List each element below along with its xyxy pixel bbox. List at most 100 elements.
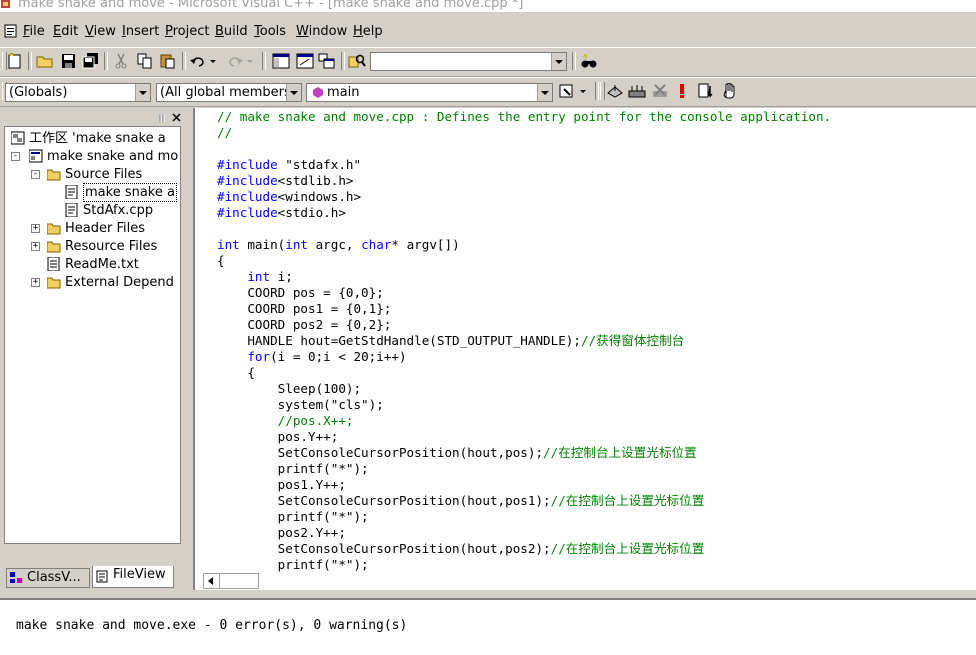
code-line[interactable]: #include<stdlib.h>	[217, 173, 831, 189]
workspace-window-icon[interactable]	[272, 53, 290, 69]
menu-file[interactable]: File	[23, 24, 45, 39]
paste-icon[interactable]	[159, 53, 177, 69]
function-combo[interactable]: main	[306, 83, 553, 102]
window-list-icon[interactable]	[318, 53, 336, 69]
dock-grip-icon[interactable]	[158, 113, 170, 123]
code-line[interactable]: pos2.Y++;	[217, 525, 831, 541]
execute-icon[interactable]	[675, 83, 689, 99]
cpp-file-icon	[65, 185, 78, 199]
stop-build-icon[interactable]	[651, 83, 669, 99]
fileview-icon	[96, 570, 108, 583]
code-line[interactable]: int main(int argc, char* argv[])	[217, 237, 831, 253]
redo-icon[interactable]	[226, 53, 244, 69]
standard-toolbar	[0, 47, 976, 77]
code-line[interactable]: int i;	[217, 269, 831, 285]
code-line[interactable]: //pos.X++;	[217, 413, 831, 429]
title-bar: make snake and move - Microsoft Visual C…	[0, 0, 976, 12]
undo-icon[interactable]	[189, 53, 207, 69]
save-all-icon[interactable]	[82, 53, 100, 69]
code-line[interactable]: printf("*");	[217, 509, 831, 525]
menu-tools[interactable]: Tools	[254, 24, 286, 39]
find-binoculars-icon[interactable]	[580, 53, 598, 69]
compile-icon[interactable]	[606, 83, 624, 99]
document-icon[interactable]	[4, 24, 18, 38]
app-icon	[1, 0, 10, 8]
code-line[interactable]: {	[217, 365, 831, 381]
code-line[interactable]: COORD pos = {0,0};	[217, 285, 831, 301]
code-line[interactable]: #include<windows.h>	[217, 189, 831, 205]
go-icon[interactable]	[697, 83, 715, 99]
code-line[interactable]: printf("*");	[217, 461, 831, 477]
code-line[interactable]: COORD pos2 = {0,2};	[217, 317, 831, 333]
cut-icon[interactable]	[112, 53, 130, 69]
wizard-dropdown-icon[interactable]	[578, 83, 588, 99]
scroll-left-icon[interactable]	[206, 576, 216, 586]
code-line[interactable]: #include<stdio.h>	[217, 205, 831, 221]
toolbar-grip[interactable]	[600, 82, 605, 100]
expand-icon[interactable]: +	[31, 242, 40, 251]
open-folder-icon[interactable]	[36, 53, 54, 69]
tree-item-label: External Depend	[65, 275, 174, 290]
menu-insert[interactable]: Insert	[122, 24, 159, 39]
tree-item-label: make snake and mo	[47, 149, 179, 164]
code-line[interactable]: system("cls");	[217, 397, 831, 413]
output-window-icon[interactable]	[296, 53, 314, 69]
chevron-down-icon[interactable]	[286, 84, 301, 101]
expand-icon[interactable]: +	[31, 224, 40, 233]
code-line[interactable]: pos.Y++;	[217, 429, 831, 445]
tree-item-label: 工作区 'make snake a	[29, 131, 166, 146]
save-icon[interactable]	[60, 53, 78, 69]
chevron-down-icon[interactable]	[135, 84, 150, 101]
menu-view[interactable]: View	[85, 24, 116, 39]
copy-icon[interactable]	[136, 53, 154, 69]
folder-icon	[47, 241, 61, 253]
undo-dropdown-icon[interactable]	[208, 53, 218, 69]
menu-project[interactable]: Project	[165, 24, 210, 39]
members-combo[interactable]: (All global members	[156, 83, 302, 102]
code-line[interactable]: //	[217, 125, 831, 141]
code-line[interactable]: ​	[217, 141, 831, 157]
find-in-files-icon[interactable]	[348, 53, 366, 69]
code-line[interactable]: pos1.Y++;	[217, 477, 831, 493]
code-line[interactable]: SetConsoleCursorPosition(hout,pos2);//在控…	[217, 541, 831, 557]
file-tree: 工作区 'make snake a - make snake and mo - Sour…	[4, 126, 181, 544]
output-window[interactable]: make snake and move.exe - 0 error(s), 0 …	[0, 598, 976, 655]
class-combo[interactable]: (Globals)	[5, 83, 151, 102]
code-line[interactable]: COORD pos1 = {0,1};	[217, 301, 831, 317]
chevron-down-icon[interactable]	[537, 84, 552, 101]
code-line[interactable]: #include "stdafx.h"	[217, 157, 831, 173]
code-line[interactable]: HANDLE hout=GetStdHandle(STD_OUTPUT_HAND…	[217, 333, 831, 349]
expand-icon[interactable]: +	[31, 278, 40, 287]
redo-dropdown-icon[interactable]	[245, 53, 255, 69]
code-line[interactable]: printf("*");	[217, 557, 831, 573]
menu-help[interactable]: Help	[353, 24, 383, 39]
code-line[interactable]: // make snake and move.cpp : Defines the…	[217, 109, 831, 125]
code-line[interactable]: SetConsoleCursorPosition(hout,pos1);//在控…	[217, 493, 831, 509]
tree-item-label: Source Files	[65, 167, 143, 182]
new-text-file-icon[interactable]	[6, 53, 24, 69]
tab-classview[interactable]: ClassV...	[6, 568, 90, 588]
menu-edit[interactable]: Edit	[53, 24, 78, 39]
cpp-file-icon	[65, 203, 78, 217]
menu-build[interactable]: Build	[215, 24, 248, 39]
wizard-action-icon[interactable]	[558, 83, 576, 99]
build-icon[interactable]	[628, 83, 646, 99]
menu-window[interactable]: Window	[296, 24, 347, 39]
code-line[interactable]: Sleep(100);	[217, 381, 831, 397]
tab-fileview[interactable]: FileView	[92, 566, 174, 588]
editor-horizontal-scrollbar[interactable]	[203, 573, 259, 589]
code-line[interactable]: for(i = 0;i < 20;i++)	[217, 349, 831, 365]
code-line[interactable]: SetConsoleCursorPosition(hout,pos);//在控制…	[217, 445, 831, 461]
code-editor[interactable]: // make snake and move.cpp : Defines the…	[193, 108, 976, 590]
find-combo[interactable]	[370, 52, 567, 71]
code-line[interactable]: {	[217, 253, 831, 269]
folder-icon	[47, 277, 61, 289]
folder-icon	[47, 223, 61, 235]
collapse-icon[interactable]: -	[11, 152, 20, 161]
code-text[interactable]: // make snake and move.cpp : Defines the…	[217, 109, 831, 573]
code-line[interactable]: ​	[217, 221, 831, 237]
breakpoint-hand-icon[interactable]	[721, 83, 739, 99]
collapse-icon[interactable]: -	[31, 170, 40, 179]
chevron-down-icon[interactable]	[551, 53, 566, 70]
close-icon[interactable]	[171, 112, 182, 123]
